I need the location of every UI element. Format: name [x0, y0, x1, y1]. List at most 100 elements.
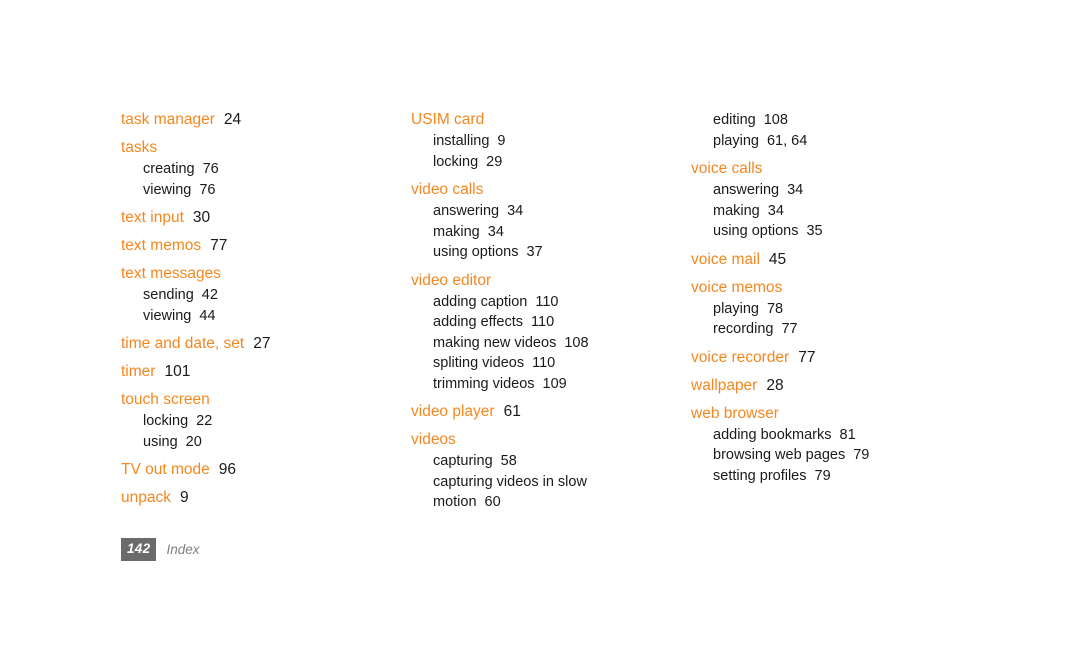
index-column-1: task manager 24 tasks creating 76 viewing 76 te…: [0, 110, 290, 508]
index-entry-page-ref: 77: [781, 321, 798, 337]
index-entry-term: motion: [433, 494, 477, 510]
index-entry-main[interactable]: voice recorder 77: [691, 348, 880, 368]
index-entry-term: using: [143, 433, 178, 450]
index-entry-sub[interactable]: playing 61, 64: [691, 132, 880, 152]
index-entry-sub[interactable]: playing 78: [691, 300, 880, 320]
index-entry-term: trimming videos: [433, 375, 535, 392]
index-entry-main[interactable]: web browser: [691, 404, 880, 424]
index-entry-sub[interactable]: adding bookmarks 81: [691, 426, 880, 446]
index-entry-term: editing: [713, 112, 756, 128]
index-entry-page-ref: 30: [192, 209, 211, 226]
index-entry-sub[interactable]: adding effects 110: [411, 313, 580, 333]
index-entry-sub[interactable]: locking 22: [121, 412, 290, 432]
index-entry-term: locking: [143, 413, 189, 429]
index-entry-main[interactable]: TV out mode 96: [121, 460, 290, 480]
index-entry-sub[interactable]: recording 77: [691, 320, 880, 340]
index-entry-term: text memos: [121, 237, 202, 254]
page-footer: 142 Index: [121, 538, 199, 561]
index-entry-sub[interactable]: making 34: [691, 202, 880, 222]
index-entry-sub[interactable]: locking 29: [411, 153, 580, 173]
index-entry-term: video player: [411, 403, 495, 420]
index-entry-term: playing: [713, 132, 759, 149]
index-entry-page-ref: 44: [199, 307, 216, 324]
index-entry-sub[interactable]: using 20: [121, 433, 290, 453]
index-entry-main[interactable]: USIM card: [411, 110, 580, 130]
index-entry-main[interactable]: touch screen: [121, 390, 290, 410]
index-column-2: USIM card installing 9 locking 29 video calls…: [290, 110, 589, 513]
index-entry-sub[interactable]: capturing 58: [411, 452, 580, 472]
index-entry-sub[interactable]: motion 60: [411, 493, 580, 513]
index-entry-term: text messages: [121, 265, 221, 282]
index-entry-sub[interactable]: answering 34: [691, 181, 880, 201]
index-entry-main[interactable]: unpack 9: [121, 488, 290, 508]
index-entry-main[interactable]: voice memos: [691, 278, 880, 298]
index-entry-sub[interactable]: trimming videos 109: [411, 375, 580, 395]
index-entry-term: using options: [713, 223, 799, 239]
index-entry-sub[interactable]: answering 34: [411, 202, 580, 222]
index-entry-term: creating: [143, 161, 195, 177]
index-entry-term: setting profiles: [713, 467, 807, 484]
index-entry-main[interactable]: text messages: [121, 264, 290, 284]
index-entry-sub[interactable]: viewing 76: [121, 181, 290, 201]
index-entry-page-ref: 61, 64: [766, 132, 808, 149]
index-entry-page-ref: 81: [839, 426, 856, 443]
index-entry-term: unpack: [121, 489, 171, 506]
index-entry-term: viewing: [143, 181, 192, 198]
index-entry-term: adding caption: [433, 293, 528, 310]
index-entry-sub[interactable]: capturing videos in slow: [411, 473, 587, 493]
index-entry-sub[interactable]: setting profiles 79: [691, 467, 880, 487]
index-entry-main[interactable]: voice calls: [691, 159, 880, 179]
index-entry-term: locking: [433, 153, 479, 170]
index-entry-sub[interactable]: making 34: [411, 223, 580, 243]
index-entry-sub[interactable]: using options 37: [411, 243, 580, 263]
index-entry-page-ref: 9: [179, 489, 189, 506]
index-entry-page-ref: 9: [497, 133, 506, 149]
index-entry-main[interactable]: videos: [411, 430, 580, 450]
index-entry-term: installing: [433, 133, 490, 149]
index-entry-sub[interactable]: making new videos 108: [411, 334, 589, 354]
index-entry-term: making: [433, 223, 480, 240]
index-entry-term: TV out mode: [121, 461, 210, 478]
index-entry-page-ref: 110: [531, 314, 555, 330]
index-entry-main[interactable]: text memos 77: [121, 236, 290, 256]
index-entry-term: touch screen: [121, 391, 210, 408]
index-entry-main[interactable]: video calls: [411, 180, 580, 200]
index-entry-page-ref: 37: [526, 244, 543, 260]
index-entry-sub[interactable]: using options 35: [691, 222, 880, 242]
index-entry-main[interactable]: timer 101: [121, 362, 290, 382]
index-entry-sub[interactable]: browsing web pages 79: [691, 446, 880, 466]
index-entry-page-ref: 96: [218, 461, 236, 478]
index-entry-term: adding bookmarks: [713, 426, 832, 443]
index-entry-page-ref: 45: [768, 250, 787, 268]
index-entry-term: voice memos: [691, 278, 783, 296]
index-entry-main[interactable]: task manager 24: [121, 110, 290, 130]
index-entry-main[interactable]: text input 30: [121, 208, 290, 228]
index-entry-main[interactable]: time and date, set 27: [121, 334, 290, 354]
index-entry-page-ref: 34: [507, 203, 524, 219]
index-entry-main[interactable]: video player 61: [411, 402, 580, 422]
index-entry-sub[interactable]: installing 9: [411, 132, 580, 152]
index-entry-page-ref: 110: [535, 293, 559, 310]
index-entry-page-ref: 24: [223, 111, 242, 128]
index-entry-page-ref: 76: [199, 181, 216, 198]
index-entry-sub[interactable]: creating 76: [121, 160, 290, 180]
index-entry-term: making new videos: [433, 334, 557, 351]
index-entry-term: voice recorder: [691, 348, 790, 366]
index-entry-page-ref: 35: [806, 223, 823, 239]
index-entry-sub[interactable]: viewing 44: [121, 307, 290, 327]
index-entry-page-ref: 27: [253, 335, 271, 352]
index-entry-main[interactable]: video editor: [411, 271, 580, 291]
index-entry-main[interactable]: tasks: [121, 138, 290, 158]
index-entry-sub[interactable]: spliting videos 110: [411, 354, 580, 374]
index-entry-main[interactable]: voice mail 45: [691, 250, 880, 270]
index-entry-page-ref: 61: [503, 403, 521, 420]
index-entry-sub[interactable]: sending 42: [121, 286, 290, 306]
index-entry-sub[interactable]: editing 108: [691, 111, 880, 131]
index-entry-sub[interactable]: adding caption 110: [411, 293, 580, 313]
index-entry-term: adding effects: [433, 314, 524, 330]
index-entry-main[interactable]: wallpaper 28: [691, 376, 880, 396]
index-entry-term: videos: [411, 431, 456, 448]
index-entry-page-ref: 79: [853, 447, 870, 463]
index-entry-term: time and date, set: [121, 335, 245, 352]
index-entry-term: browsing web pages: [713, 447, 846, 463]
